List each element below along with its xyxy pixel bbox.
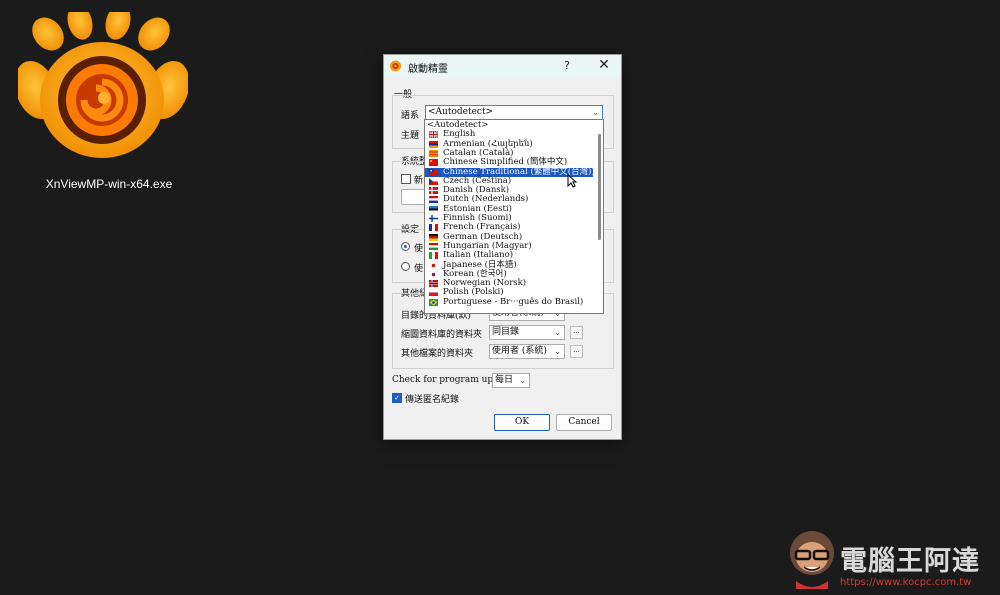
language-option-label: Portuguese - Br···guês do Brasil) <box>443 296 584 307</box>
other-files-value: 使用者 (系統) <box>492 346 547 356</box>
help-button[interactable]: ? <box>560 59 574 72</box>
other-files-browse-button[interactable]: ... <box>570 345 583 358</box>
language-label: 語系 <box>401 111 420 121</box>
thumb-db-label: 縮圖資料庫的資料夾 <box>401 330 483 340</box>
radio-option-2-label: 使 <box>414 264 424 274</box>
dialog-title: 啟動精靈 <box>408 64 448 75</box>
flag-no-icon <box>429 280 438 288</box>
flag-am-icon <box>429 140 438 148</box>
desktop-shortcut[interactable]: XnViewMP-win-x64.exe <box>16 12 196 192</box>
other-files-label: 其他檔案的資料夾 <box>401 349 474 359</box>
mouse-cursor-icon <box>567 174 577 188</box>
flag-cat-icon <box>429 149 438 157</box>
language-dropdown-list[interactable]: <Autodetect> English Armenian (Հայերեն) Cat… <box>424 119 604 314</box>
desktop-file-label: XnViewMP-win-x64.exe <box>45 177 173 191</box>
flag-pl-icon <box>429 289 438 297</box>
updates-select[interactable]: 每日 ⌄ <box>492 373 530 388</box>
flag-kr-icon <box>429 270 438 278</box>
watermark: 電腦王阿達 https://www.kocpc.com.tw <box>780 515 1000 595</box>
new-checkbox[interactable] <box>401 174 411 184</box>
flag-de-icon <box>429 233 438 241</box>
flag-it-icon <box>429 252 438 260</box>
flag-hu-icon <box>429 242 438 250</box>
language-option-label: Italian (Italiano) <box>443 250 514 261</box>
flag-ee-icon <box>429 205 438 213</box>
chevron-down-icon: ⌄ <box>519 376 526 385</box>
language-option-label: English <box>443 129 476 140</box>
close-button[interactable]: ✕ <box>596 57 612 73</box>
theme-label: 主題 <box>401 131 420 141</box>
watermark-url: https://www.kocpc.com.tw <box>840 577 972 588</box>
app-icon <box>390 60 401 72</box>
language-select[interactable]: <Autodetect> ⌄ <box>425 105 603 120</box>
flag-cz-icon <box>429 177 438 185</box>
title-bar: 啟動精靈 ? ✕ <box>384 55 621 77</box>
language-option[interactable]: Portuguese - Br···guês do Brasil) <box>425 296 593 307</box>
ok-button[interactable]: OK <box>494 414 550 431</box>
chevron-down-icon: ⌄ <box>554 328 561 337</box>
flag-fi-icon <box>429 215 438 222</box>
flag-tw-icon <box>429 168 438 176</box>
radio-option-1[interactable] <box>401 242 410 251</box>
flag-cn-icon <box>429 159 438 167</box>
flag-uk-icon <box>429 131 438 139</box>
flag-dk-icon <box>429 187 438 195</box>
mascot-logo-icon <box>790 531 834 589</box>
thumb-db-select[interactable]: 同目錄 ⌄ <box>489 325 565 340</box>
thumb-db-value: 同目錄 <box>492 327 520 337</box>
new-label: 新 <box>414 176 424 186</box>
chevron-down-icon: ⌄ <box>554 347 561 356</box>
chevron-down-icon: ⌄ <box>592 108 599 117</box>
anonymous-log-label: 傳送匿名紀錄 <box>405 395 460 405</box>
updates-value: 每日 <box>495 375 514 385</box>
dropdown-scrollbar[interactable] <box>598 134 601 240</box>
flag-nl-icon <box>429 196 438 204</box>
flag-fr-icon <box>429 224 438 232</box>
thumb-browse-button[interactable]: ... <box>570 326 583 339</box>
flag-jp-icon <box>429 261 438 269</box>
xnview-logo-icon <box>18 12 188 158</box>
radio-option-1-label: 使 <box>414 244 424 254</box>
flag-br-icon <box>429 298 438 306</box>
radio-option-2[interactable] <box>401 262 410 271</box>
anonymous-log-checkbox[interactable]: ✓ <box>392 393 402 403</box>
language-option-label: French (Français) <box>443 222 521 233</box>
language-select-value: <Autodetect> <box>428 107 494 117</box>
watermark-brand: 電腦王阿達 <box>840 546 980 577</box>
language-option-label: Chinese Simplified (簡体中文) <box>443 157 568 168</box>
other-files-select[interactable]: 使用者 (系統) ⌄ <box>489 344 565 359</box>
cancel-button[interactable]: Cancel <box>556 414 612 431</box>
